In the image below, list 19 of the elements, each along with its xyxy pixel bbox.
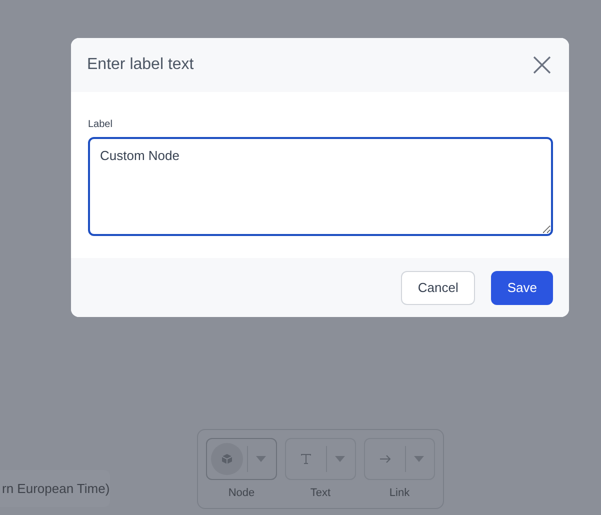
timezone-text: rn European Time) [2, 480, 110, 498]
caret-icon[interactable] [256, 456, 266, 462]
arrow-right-icon [379, 453, 391, 465]
close-icon[interactable] [533, 56, 551, 74]
save-button[interactable]: Save [491, 270, 553, 304]
tool-button[interactable] [285, 438, 356, 480]
tool-label: Node [228, 486, 255, 501]
field-label: Label [88, 118, 114, 132]
caret-icon[interactable] [414, 456, 424, 462]
caret-icon[interactable] [335, 456, 345, 462]
label-input[interactable]: Custom Node [88, 137, 553, 236]
dialog-title: Enter label text [87, 55, 194, 75]
cube-icon [221, 453, 233, 465]
tool-button[interactable] [364, 438, 435, 480]
text-icon [300, 453, 312, 465]
tool-label: Text [310, 486, 331, 501]
tool-button[interactable] [206, 438, 277, 480]
cancel-button[interactable]: Cancel [400, 270, 476, 304]
tool-label: Link [389, 486, 410, 501]
